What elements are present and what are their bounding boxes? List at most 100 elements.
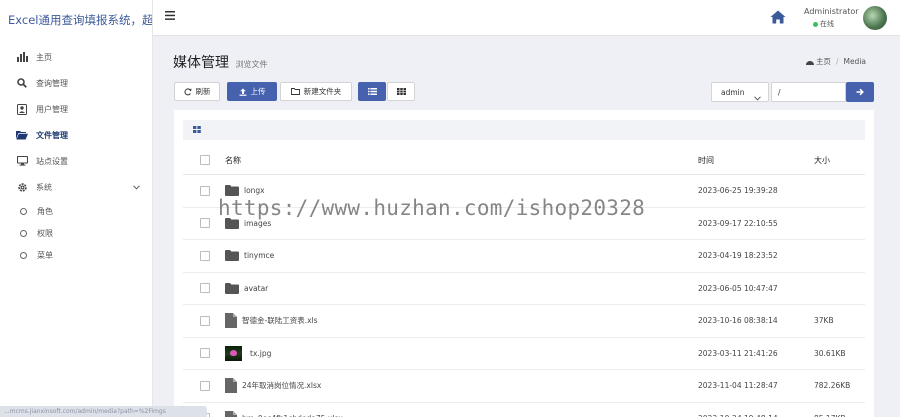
user-status-label: 在线 [820, 20, 834, 28]
sidebar-item-query[interactable]: 查询管理 [0, 70, 152, 96]
breadcrumb-current: Media [843, 57, 866, 66]
table-row[interactable]: images 2023-09-17 22:10:55 [183, 208, 865, 240]
disk-select-value: admin [721, 88, 745, 97]
user-card-icon [16, 103, 28, 115]
sidebar-item-users[interactable]: 用户管理 [0, 96, 152, 122]
online-dot-icon [813, 21, 818, 27]
user-status: 在线 [813, 19, 834, 29]
row-checkbox[interactable] [200, 218, 210, 229]
file-icon [225, 313, 237, 329]
refresh-icon [183, 87, 191, 95]
path-input[interactable] [771, 82, 846, 102]
sidebar-item-label: 用户管理 [36, 104, 68, 114]
sidebar-menu: 主页 查询管理 用户管理 文件管理 站点设置 系统 角色 权限 菜单 [0, 44, 152, 266]
table-row[interactable]: avatar 2023-06-05 10:47:47 [183, 273, 865, 305]
file-name-cell: avatar [225, 282, 698, 294]
file-name[interactable]: 智德金-联陆工资表.xls [242, 315, 318, 326]
table-body: longx 2023-06-25 19:39:28 images 2023-09-17… [183, 175, 865, 417]
table-row[interactable]: tx.jpg 2023-03-11 21:41:26 30.61KB [183, 338, 865, 370]
breadcrumb: 主页 / Media [805, 56, 866, 67]
refresh-button[interactable]: 刷新 [174, 82, 220, 101]
sidebar-item-label: 系统 [36, 182, 52, 192]
file-time: 2023-06-05 10:47:47 [698, 283, 778, 293]
file-name-cell: longx [225, 185, 698, 197]
upload-icon [239, 88, 246, 96]
home-icon[interactable] [770, 10, 786, 26]
user-name[interactable]: Administrator [804, 7, 859, 16]
dashboard-icon [805, 59, 814, 65]
circle-icon [20, 251, 27, 259]
header-name[interactable]: 名称 [225, 155, 698, 166]
grid-icon [193, 126, 201, 135]
sidebar-item-home[interactable]: 主页 [0, 44, 152, 70]
table-row[interactable]: 智德金-联陆工资表.xls 2023-10-16 08:38:14 37KB [183, 305, 865, 338]
folder-open-icon [16, 129, 28, 141]
file-name[interactable]: tinymce [244, 251, 274, 260]
file-time: 2023-09-17 22:10:55 [698, 218, 778, 228]
file-name-cell: tx.jpg [225, 345, 698, 361]
content-header: 媒体管理 浏览文件 主页 / Media [173, 52, 900, 72]
table-row[interactable]: 24年取消岗位情况.xlsx 2023-11-04 11:28:47 782.26K… [183, 370, 865, 403]
file-name-cell: images [225, 217, 698, 229]
sidebar-item-site-settings[interactable]: 站点设置 [0, 148, 152, 174]
new-folder-button[interactable]: 新建文件夹 [280, 82, 352, 101]
folder-outline-icon [290, 88, 300, 95]
chevron-down-icon [133, 183, 140, 192]
table-header: 名称 时间 大小 [183, 146, 865, 175]
row-checkbox[interactable] [200, 380, 210, 391]
file-name[interactable]: images [244, 219, 271, 228]
select-all-checkbox[interactable] [200, 155, 210, 165]
file-size: 782.26KB [814, 381, 851, 391]
row-checkbox[interactable] [200, 315, 210, 326]
sidebar-item-label: 文件管理 [36, 130, 68, 140]
grid-icon [396, 88, 406, 95]
file-name[interactable]: 24年取消岗位情况.xlsx [242, 380, 321, 391]
folder-icon [225, 250, 239, 262]
table-row[interactable]: longx 2023-06-25 19:39:28 [183, 175, 865, 208]
file-name-cell: 智德金-联陆工资表.xls [225, 313, 698, 329]
file-table: 名称 时间 大小 longx 2023-06-25 19:39:28 images 2… [183, 146, 865, 417]
file-name[interactable]: avatar [244, 284, 268, 293]
file-time: 2023-04-19 18:23:52 [698, 251, 778, 261]
file-time: 2023-11-04 11:28:47 [698, 381, 778, 391]
row-checkbox[interactable] [200, 348, 210, 359]
breadcrumb-home[interactable]: 主页 [816, 56, 831, 67]
row-checkbox[interactable] [200, 283, 210, 294]
row-checkbox[interactable] [200, 185, 210, 196]
file-toolbar: 刷新 上传 新建文件夹 admin [174, 82, 874, 102]
file-name[interactable]: tx.jpg [250, 349, 271, 358]
file-time: 2023-03-11 21:41:26 [698, 348, 778, 358]
list-view-button[interactable] [358, 82, 386, 101]
sidebar-subitem-roles[interactable]: 角色 [0, 200, 152, 222]
sidebar: Excel通用查询填报系统，超 主页 查询管理 用户管理 文件管理 站点设置 系… [0, 0, 153, 417]
file-name[interactable]: longx [244, 186, 265, 195]
disk-select[interactable]: admin [711, 82, 769, 102]
sidebar-subitem-label: 权限 [37, 228, 53, 238]
menu-toggle-icon[interactable] [165, 11, 177, 23]
file-size: 30.61KB [814, 348, 846, 358]
grid-view-button[interactable] [387, 82, 415, 101]
file-icon [225, 378, 237, 394]
page-title: 媒体管理 [173, 55, 229, 71]
row-checkbox[interactable] [200, 250, 210, 261]
sidebar-subitem-menus[interactable]: 菜单 [0, 244, 152, 266]
upload-button[interactable]: 上传 [227, 82, 277, 101]
app-title[interactable]: Excel通用查询填报系统，超 [0, 0, 152, 36]
header-size[interactable]: 大小 [814, 155, 865, 166]
sidebar-item-files[interactable]: 文件管理 [0, 122, 152, 148]
go-button[interactable] [846, 82, 874, 102]
sidebar-subitem-label: 角色 [37, 206, 53, 216]
file-icon [225, 410, 237, 417]
sidebar-item-system[interactable]: 系统 [0, 174, 152, 200]
desktop-icon [16, 155, 28, 167]
table-row[interactable]: bm_0ec4fb1cbdeda75.xlsx2023-10-24 19:48:… [183, 403, 865, 417]
header-time[interactable]: 时间 [698, 155, 814, 166]
avatar[interactable] [863, 6, 887, 30]
file-size: 37KB [814, 316, 834, 326]
image-thumbnail[interactable] [225, 345, 242, 361]
panel-header [183, 120, 865, 140]
file-name-cell: 24年取消岗位情况.xlsx [225, 378, 698, 394]
sidebar-item-label: 站点设置 [36, 156, 68, 166]
sidebar-subitem-permissions[interactable]: 权限 [0, 222, 152, 244]
table-row[interactable]: tinymce 2023-04-19 18:23:52 [183, 240, 865, 273]
